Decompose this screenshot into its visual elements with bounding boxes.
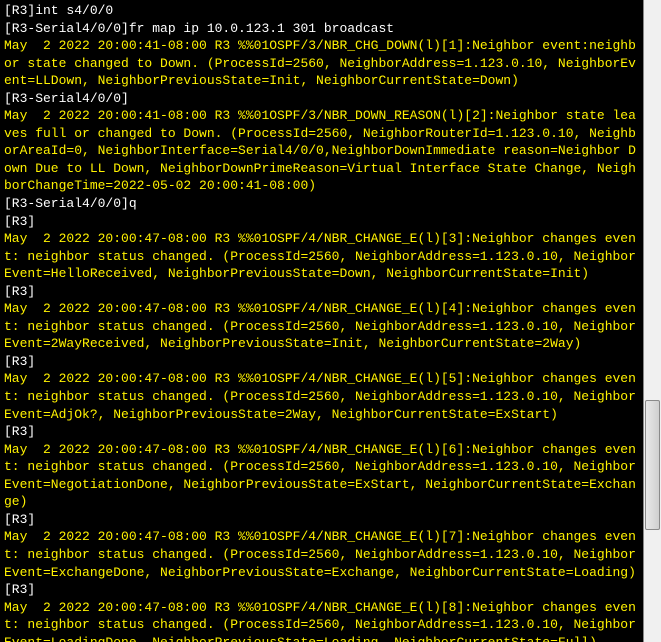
prompt-line: [R3] [4,423,639,441]
prompt-line: [R3] [4,581,639,599]
scrollbar-track[interactable] [643,0,661,642]
prompt-line: [R3] [4,213,639,231]
log-line: May 2 2022 20:00:47-08:00 R3 %%01OSPF/4/… [4,370,639,423]
log-line: May 2 2022 20:00:41-08:00 R3 %%01OSPF/3/… [4,37,639,90]
log-line: May 2 2022 20:00:47-08:00 R3 %%01OSPF/4/… [4,599,639,642]
prompt-line: [R3] [4,283,639,301]
prompt-line: [R3] [4,511,639,529]
prompt-line: [R3-Serial4/0/0]q [4,195,639,213]
prompt-line: [R3]int s4/0/0 [4,2,639,20]
log-line: May 2 2022 20:00:41-08:00 R3 %%01OSPF/3/… [4,107,639,195]
scrollbar-thumb[interactable] [645,400,660,530]
log-line: May 2 2022 20:00:47-08:00 R3 %%01OSPF/4/… [4,528,639,581]
log-line: May 2 2022 20:00:47-08:00 R3 %%01OSPF/4/… [4,300,639,353]
prompt-line: [R3-Serial4/0/0]fr map ip 10.0.123.1 301… [4,20,639,38]
prompt-line: [R3-Serial4/0/0] [4,90,639,108]
terminal-output[interactable]: [R3]int s4/0/0[R3-Serial4/0/0]fr map ip … [0,0,643,642]
prompt-line: [R3] [4,353,639,371]
log-line: May 2 2022 20:00:47-08:00 R3 %%01OSPF/4/… [4,441,639,511]
log-line: May 2 2022 20:00:47-08:00 R3 %%01OSPF/4/… [4,230,639,283]
